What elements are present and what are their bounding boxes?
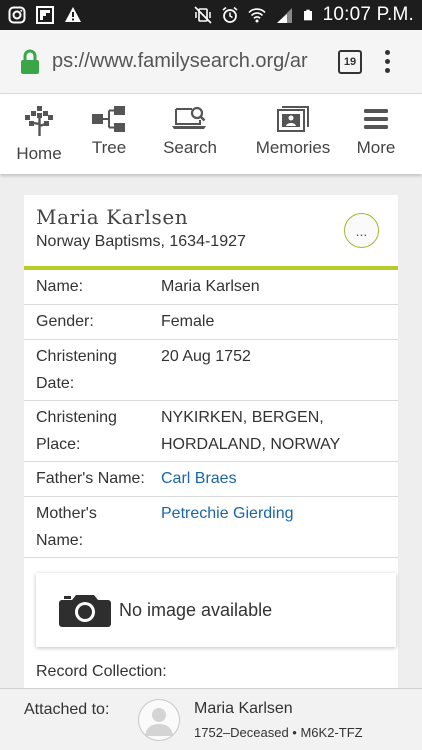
alarm-icon	[222, 6, 238, 23]
person-placeholder-icon	[145, 708, 173, 736]
browser-menu-icon[interactable]	[384, 50, 390, 73]
field-label: Father's Name:	[36, 470, 145, 487]
attached-to-bar[interactable]: Attached to: Maria Karlsen 1752–Deceased…	[0, 688, 422, 750]
field-label: Place:	[36, 436, 81, 453]
flipboard-icon	[36, 6, 54, 24]
field-value: 20 Aug 1752	[161, 348, 251, 365]
tab-switcher-button[interactable]: 19	[338, 49, 362, 74]
warning-icon	[65, 7, 81, 22]
nav-more[interactable]: More	[354, 94, 398, 174]
field-value: Female	[161, 313, 215, 330]
field-label: Name:	[36, 532, 84, 549]
field-label: Christening	[36, 348, 117, 365]
wifi-icon	[247, 8, 266, 23]
site-navigation: Home Tree Search Memories More	[0, 94, 422, 174]
instagram-icon	[8, 6, 26, 24]
attached-person-details: 1752–Deceased • M6K2-TFZ	[194, 725, 363, 740]
status-bar: 10:07 P.M.	[0, 0, 422, 30]
search-laptop-icon	[172, 106, 206, 129]
field-label: Christening	[36, 409, 117, 426]
record-header: Maria Karlsen Norway Baptisms, 1634-1927…	[24, 195, 398, 267]
status-time: 10:07 P.M.	[322, 4, 414, 25]
nav-search-label: Search	[163, 138, 217, 157]
nav-search[interactable]: Search	[162, 94, 218, 174]
nav-tree[interactable]: Tree	[89, 94, 129, 174]
record-title: Maria Karlsen	[36, 205, 189, 229]
lock-icon	[21, 49, 39, 74]
record-collection-label: Record Collection:	[36, 663, 167, 680]
table-row: Gender: Female	[24, 305, 398, 340]
browser-url-bar: ps://www.familysearch.org/ar 19	[0, 30, 422, 94]
field-value: NYKIRKEN, BERGEN,	[161, 409, 324, 426]
table-row: Mother's Name: Petrechie Gierding	[24, 497, 398, 558]
table-row: Christening Place: NYKIRKEN, BERGEN, HOR…	[24, 401, 398, 462]
nav-memories-label: Memories	[255, 138, 331, 157]
field-label: Gender:	[36, 313, 94, 330]
nav-tree-label: Tree	[91, 138, 127, 157]
memories-icon	[277, 106, 309, 132]
father-name-link[interactable]: Carl Braes	[161, 465, 237, 492]
url-field[interactable]: ps://www.familysearch.org/ar	[52, 50, 322, 73]
tree-chart-icon	[92, 106, 125, 132]
family-tree-home-icon	[25, 106, 53, 136]
field-label: Mother's	[36, 505, 97, 522]
field-label: Date:	[36, 375, 75, 392]
record-collection-name: Norway Baptisms, 1634-1927	[36, 233, 246, 250]
attached-person-name[interactable]: Maria Karlsen	[194, 700, 293, 718]
table-row: Name: Maria Karlsen	[24, 270, 398, 305]
vibrate-mute-icon	[193, 6, 212, 24]
record-fields-table: Name: Maria Karlsen Gender: Female Chris…	[24, 270, 398, 558]
battery-icon	[303, 9, 312, 21]
avatar	[138, 699, 180, 741]
no-image-panel: No image available	[36, 573, 396, 647]
field-label: Name:	[36, 278, 84, 295]
camera-icon	[59, 595, 111, 627]
field-value: HORDALAND, NORWAY	[161, 436, 341, 453]
more-options-button[interactable]: ...	[344, 213, 379, 248]
mother-name-link[interactable]: Petrechie Gierding	[161, 500, 294, 527]
nav-home-label: Home	[16, 144, 62, 163]
nav-memories[interactable]: Memories	[252, 94, 334, 174]
attached-to-label: Attached to:	[24, 701, 110, 718]
table-row: Christening Date: 20 Aug 1752	[24, 340, 398, 401]
nav-home[interactable]: Home	[16, 94, 62, 174]
menu-icon	[364, 109, 388, 129]
signal-icon	[276, 8, 292, 23]
field-value: Maria Karlsen	[161, 278, 260, 295]
no-image-text: No image available	[119, 599, 273, 620]
table-row: Father's Name: Carl Braes	[24, 462, 398, 497]
nav-more-label: More	[356, 138, 396, 157]
